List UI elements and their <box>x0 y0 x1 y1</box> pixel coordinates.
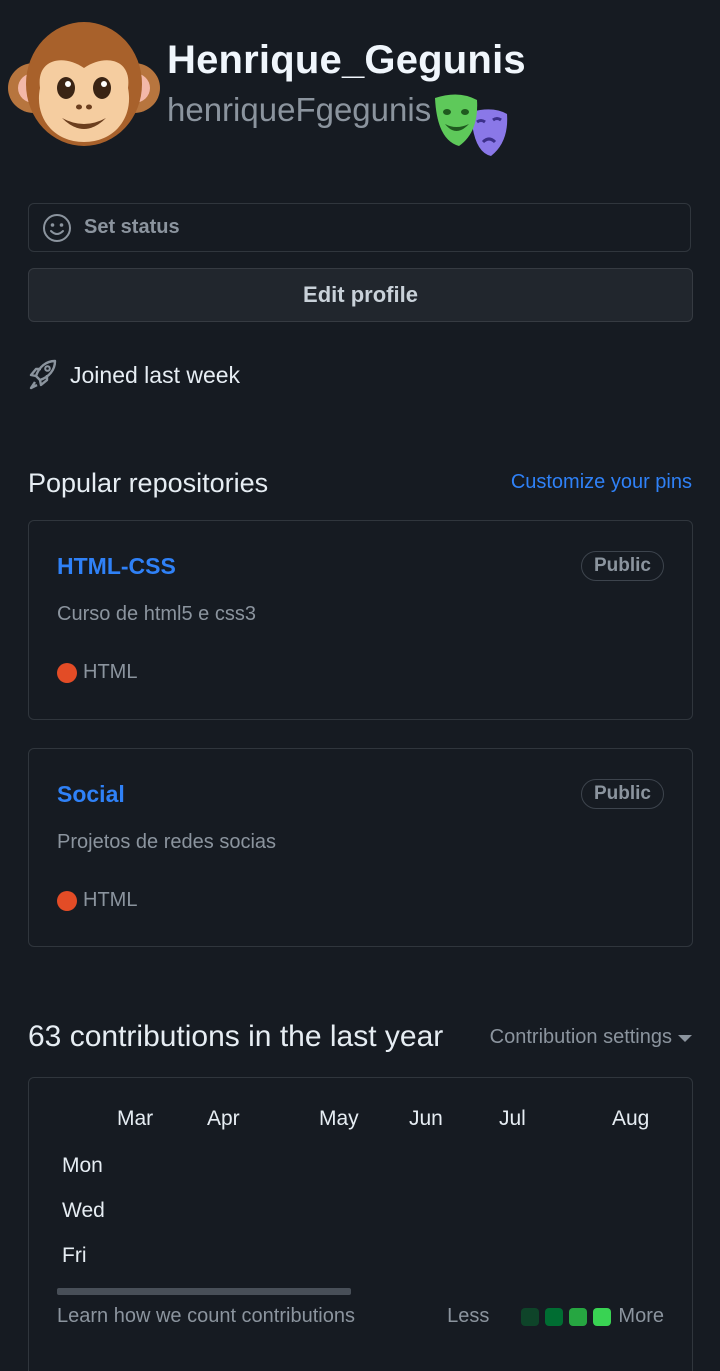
caret-down-icon <box>678 1035 692 1042</box>
contribution-settings-label: Contribution settings <box>489 1026 672 1048</box>
day-label: Fri <box>62 1244 87 1267</box>
repo-name-link[interactable]: Social <box>57 781 125 808</box>
repo-description: Projetos de redes socias <box>57 831 277 853</box>
month-label: May <box>319 1107 359 1130</box>
username-row: henriqueFgegunis <box>167 90 509 162</box>
set-status-label: Set status <box>84 216 180 238</box>
day-label: Wed <box>62 1199 105 1222</box>
repo-language: HTML <box>57 889 137 912</box>
learn-contributions-link[interactable]: Learn how we count contributions <box>57 1305 355 1328</box>
joined-info: Joined last week <box>28 358 240 392</box>
language-label: HTML <box>83 889 138 911</box>
contribution-settings-dropdown[interactable]: Contribution settings <box>490 1026 692 1049</box>
visibility-badge: Public <box>580 779 664 809</box>
month-label: Mar <box>117 1107 154 1130</box>
joined-text: Joined last week <box>70 361 241 388</box>
avatar[interactable] <box>6 18 162 150</box>
repo-description: Curso de html5 e css3 <box>57 603 256 625</box>
repo-language: HTML <box>57 661 137 684</box>
username: henriqueFgegunis <box>167 91 432 128</box>
smiley-icon <box>43 213 71 242</box>
customize-pins-link[interactable]: Customize your pins <box>511 471 692 494</box>
legend-swatch <box>569 1307 588 1326</box>
display-name: Henrique_Gegunis <box>167 38 526 82</box>
language-label: HTML <box>83 661 138 683</box>
language-color-dot <box>57 890 77 911</box>
rocket-icon <box>29 359 57 390</box>
popular-repositories-title: Popular repositories <box>28 468 269 498</box>
day-label: Mon <box>62 1154 103 1177</box>
legend-swatch <box>521 1307 540 1326</box>
visibility-badge: Public <box>580 551 664 581</box>
repo-name-link[interactable]: HTML-CSS <box>57 553 176 580</box>
legend-swatch <box>593 1307 612 1326</box>
month-label: Apr <box>207 1107 240 1130</box>
month-label: Jul <box>499 1107 526 1130</box>
contributions-title: 63 contributions in the last year <box>28 1020 444 1053</box>
repo-card: HTML-CSS Public Curso de html5 e css3 HT… <box>28 520 693 720</box>
contribution-legend: Less More <box>447 1305 664 1328</box>
repo-card: Social Public Projetos de redes socias H… <box>28 748 693 947</box>
calendar-scrollbar[interactable] <box>57 1288 351 1295</box>
language-color-dot <box>57 662 77 683</box>
edit-profile-button[interactable]: Edit profile <box>28 268 693 322</box>
legend-less-label: Less <box>447 1305 490 1327</box>
contribution-calendar: Mar Apr May Jun Jul Aug Mon Wed Fri Lear… <box>28 1077 693 1371</box>
set-status-button[interactable]: Set status <box>28 203 691 252</box>
month-label: Jun <box>409 1107 443 1130</box>
legend-more-label: More <box>618 1305 664 1327</box>
performing-arts-icon <box>435 94 508 156</box>
month-label: Aug <box>612 1107 650 1130</box>
profile-page: Henrique_Gegunis henriqueFgegunis Set st… <box>0 0 720 1371</box>
legend-swatch <box>545 1307 564 1326</box>
